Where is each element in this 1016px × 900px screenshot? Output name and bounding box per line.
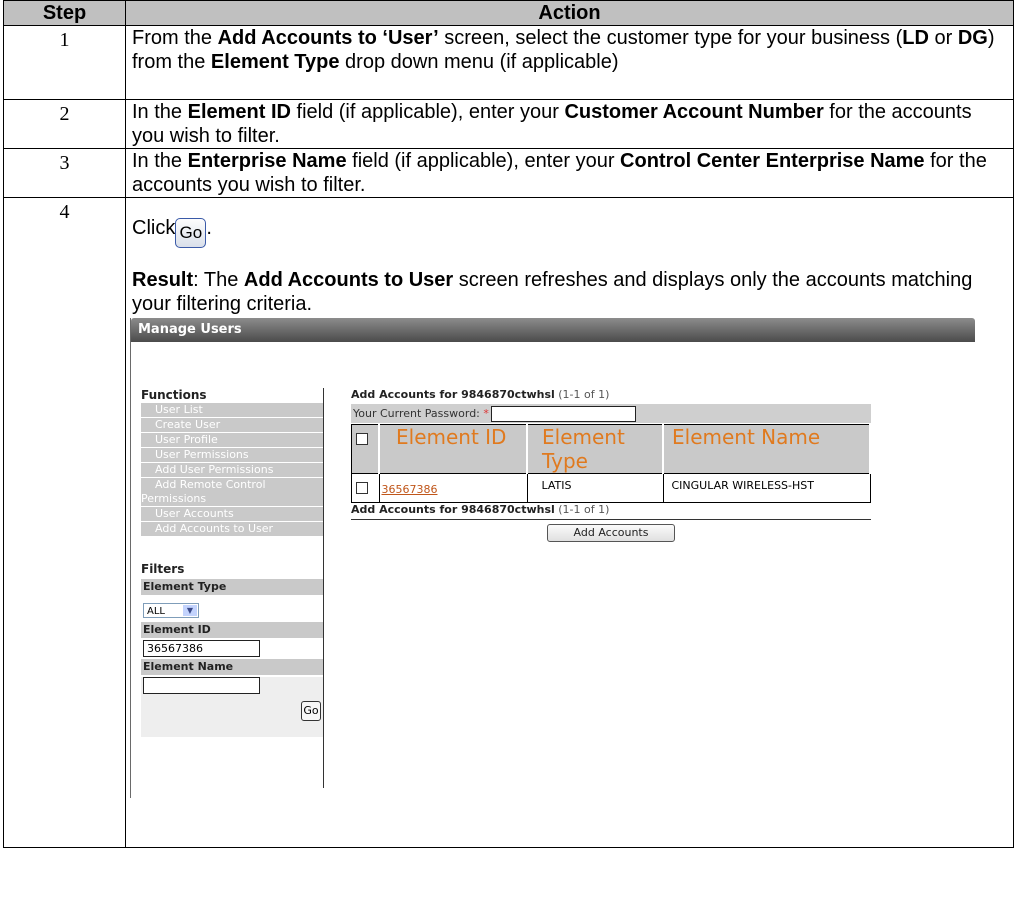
- go-button-image: Go: [175, 218, 207, 248]
- sidebar-item-create-user[interactable]: Create User: [141, 418, 323, 432]
- element-name-cell: CINGULAR WIRELESS-HST: [662, 473, 871, 503]
- element-id-link[interactable]: 36567386: [382, 483, 438, 496]
- text: screen, select the customer type for you…: [438, 27, 903, 49]
- element-type-select[interactable]: ALL ▼: [143, 603, 199, 618]
- bold-text: Enterprise Name: [187, 150, 347, 172]
- action-text: Click Go. Result: The Add Accounts to Use…: [125, 197, 1014, 848]
- row-checkbox-cell: [351, 473, 380, 503]
- action-text: From the Add Accounts to ‘User’ screen, …: [125, 25, 1014, 100]
- column-header-element-id[interactable]: Element ID: [378, 424, 528, 474]
- result-text: Result: The Add Accounts to User screen …: [132, 268, 1007, 316]
- table-row: 1 From the Add Accounts to ‘User’ screen…: [3, 25, 1014, 100]
- grid-header-row: Element ID Element Type Element Name: [351, 424, 871, 474]
- text: In the: [132, 150, 188, 172]
- sidebar-item-user-accounts[interactable]: User Accounts: [141, 507, 323, 521]
- column-header-element-name[interactable]: Element Name: [662, 424, 871, 474]
- accounts-panel: Add Accounts for 9846870ctwhsl (1-1 of 1…: [351, 388, 871, 542]
- action-text: In the Enterprise Name field (if applica…: [125, 148, 1014, 198]
- step-number: 1: [3, 25, 126, 100]
- record-count: (1-1 of 1): [558, 388, 610, 401]
- password-label: Your Current Password:: [353, 407, 480, 420]
- column-header-element-type[interactable]: Element Type: [526, 424, 664, 474]
- sidebar: Functions User List Create User User Pro…: [141, 388, 324, 788]
- text: From the: [132, 27, 218, 49]
- bold-text: Control Center Enterprise Name: [620, 150, 925, 172]
- element-name-input[interactable]: [143, 677, 260, 694]
- table-row: 3 In the Enterprise Name field (if appli…: [3, 148, 1014, 198]
- text: In the: [132, 101, 188, 123]
- sidebar-item-user-permissions[interactable]: User Permissions: [141, 448, 323, 462]
- go-button[interactable]: Go: [301, 701, 321, 721]
- element-id-label: Element ID: [141, 622, 323, 638]
- password-input[interactable]: [491, 406, 636, 422]
- text: field (if applicable), enter your: [290, 101, 565, 123]
- element-name-label: Element Name: [141, 659, 323, 675]
- text: field (if applicable), enter your: [346, 150, 621, 172]
- step-number: 2: [3, 99, 126, 149]
- sidebar-item-add-user-permissions[interactable]: Add User Permissions: [141, 463, 323, 477]
- sidebar-item-add-remote-control-permissions[interactable]: Add Remote Control Permissions: [141, 478, 323, 506]
- bold-text: Element ID: [187, 101, 291, 123]
- text: : The: [193, 269, 244, 291]
- text: .: [206, 217, 212, 239]
- bold-text: DG: [957, 27, 988, 49]
- text: Click: [132, 217, 176, 239]
- sidebar-item-user-profile[interactable]: User Profile: [141, 433, 323, 447]
- add-accounts-header: Add Accounts for 9846870ctwhsl (1-1 of 1…: [351, 388, 871, 402]
- chevron-down-icon: ▼: [183, 605, 197, 616]
- header-row: Step Action: [3, 0, 1014, 26]
- select-value: ALL: [147, 606, 165, 617]
- password-row: Your Current Password: *: [351, 404, 871, 423]
- instructions-table: Step Action 1 From the Add Accounts to ‘…: [3, 0, 1014, 848]
- bold-text: Add Accounts to User: [243, 269, 454, 291]
- step-header: Step: [3, 0, 126, 26]
- text: or: [928, 27, 958, 49]
- bold-text: Add Accounts to ‘User’: [217, 27, 439, 49]
- add-accounts-button[interactable]: Add Accounts: [547, 524, 675, 542]
- select-all-cell: [351, 424, 380, 474]
- element-type-cell: LATIS: [526, 473, 664, 503]
- add-accounts-footer: Add Accounts for 9846870ctwhsl (1-1 of 1…: [351, 503, 871, 520]
- bold-text: Customer Account Number: [564, 101, 824, 123]
- action-header: Action: [125, 0, 1014, 26]
- step-number: 4: [3, 197, 126, 848]
- filters-heading: Filters: [141, 562, 185, 576]
- window-title: Manage Users: [131, 318, 975, 342]
- accounts-grid: Element ID Element Type Element Name 365…: [351, 424, 871, 503]
- required-mark: *: [483, 407, 489, 420]
- element-id-input[interactable]: 36567386: [143, 640, 260, 657]
- functions-heading: Functions: [141, 388, 207, 402]
- table-row: 2 In the Element ID field (if applicable…: [3, 99, 1014, 149]
- header-text: Add Accounts for 9846870ctwhsl: [351, 388, 555, 401]
- row-checkbox[interactable]: [356, 481, 368, 494]
- action-text: In the Element ID field (if applicable),…: [125, 99, 1014, 149]
- manage-users-screenshot: Manage Users Functions User List Create …: [130, 318, 975, 798]
- select-all-checkbox[interactable]: [356, 432, 368, 445]
- step-number: 3: [3, 148, 126, 198]
- bold-text: Element Type: [210, 51, 340, 73]
- sidebar-item-add-accounts-to-user[interactable]: Add Accounts to User: [141, 522, 323, 536]
- click-line: Click Go.: [132, 216, 1007, 248]
- filters-panel: Filters Element Type ALL ▼ Element ID 365…: [141, 562, 323, 737]
- table-row: 36567386 LATIS CINGULAR WIRELESS-HST: [351, 473, 871, 503]
- element-type-label: Element Type: [141, 579, 323, 595]
- text: drop down menu (if applicable): [339, 51, 619, 73]
- footer-text: Add Accounts for 9846870ctwhsl: [351, 503, 555, 516]
- bold-text: LD: [902, 27, 929, 49]
- filter-go-area: Go: [141, 677, 323, 737]
- sidebar-item-user-list[interactable]: User List: [141, 403, 323, 417]
- record-count: (1-1 of 1): [558, 503, 610, 516]
- element-id-cell: 36567386: [378, 473, 528, 503]
- bold-text: Result: [132, 269, 194, 291]
- table-row: 4 Click Go. Result: The Add Accounts to U…: [3, 197, 1014, 848]
